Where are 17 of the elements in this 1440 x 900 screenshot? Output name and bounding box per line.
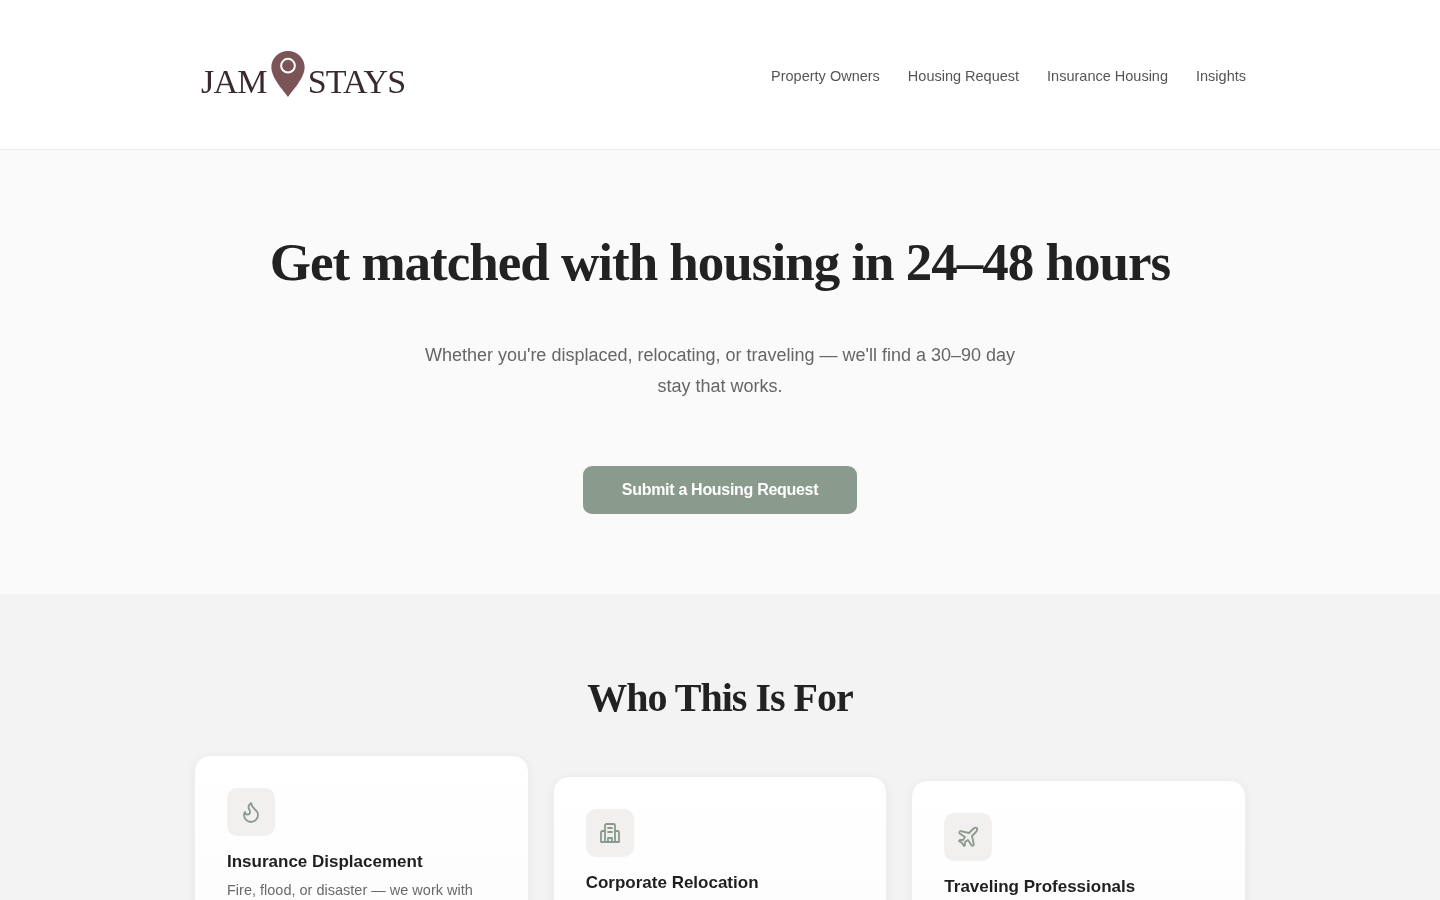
nav-link[interactable]: Property Owners [771, 67, 880, 84]
airplane-icon [944, 813, 993, 861]
card-title: Corporate Relocation [585, 872, 760, 894]
card-description: Fire, flood, or disaster — we work with [227, 881, 474, 900]
hero-subtitle: Whether you're displaced, relocating, or traveling — we'll find a 30–90 day stay that works. [423, 344, 1017, 398]
map-pin-icon [269, 49, 306, 98]
logo-text[interactable]: JAM [201, 64, 267, 100]
nav-link[interactable]: Insights [1196, 67, 1246, 84]
card-title: Insurance Displacement [227, 851, 424, 873]
card-title: Traveling Professionals [944, 876, 1137, 898]
nav-link[interactable]: Insurance Housing [1047, 67, 1168, 84]
section-heading: Who This Is For [587, 674, 853, 722]
nav-link[interactable]: Housing Request [907, 67, 1020, 84]
logo-text[interactable]: STAYS [307, 64, 406, 100]
flame-icon [227, 788, 275, 836]
hero-heading: Get matched with housing in 24–48 hours [269, 232, 1171, 292]
building-icon [585, 809, 634, 857]
